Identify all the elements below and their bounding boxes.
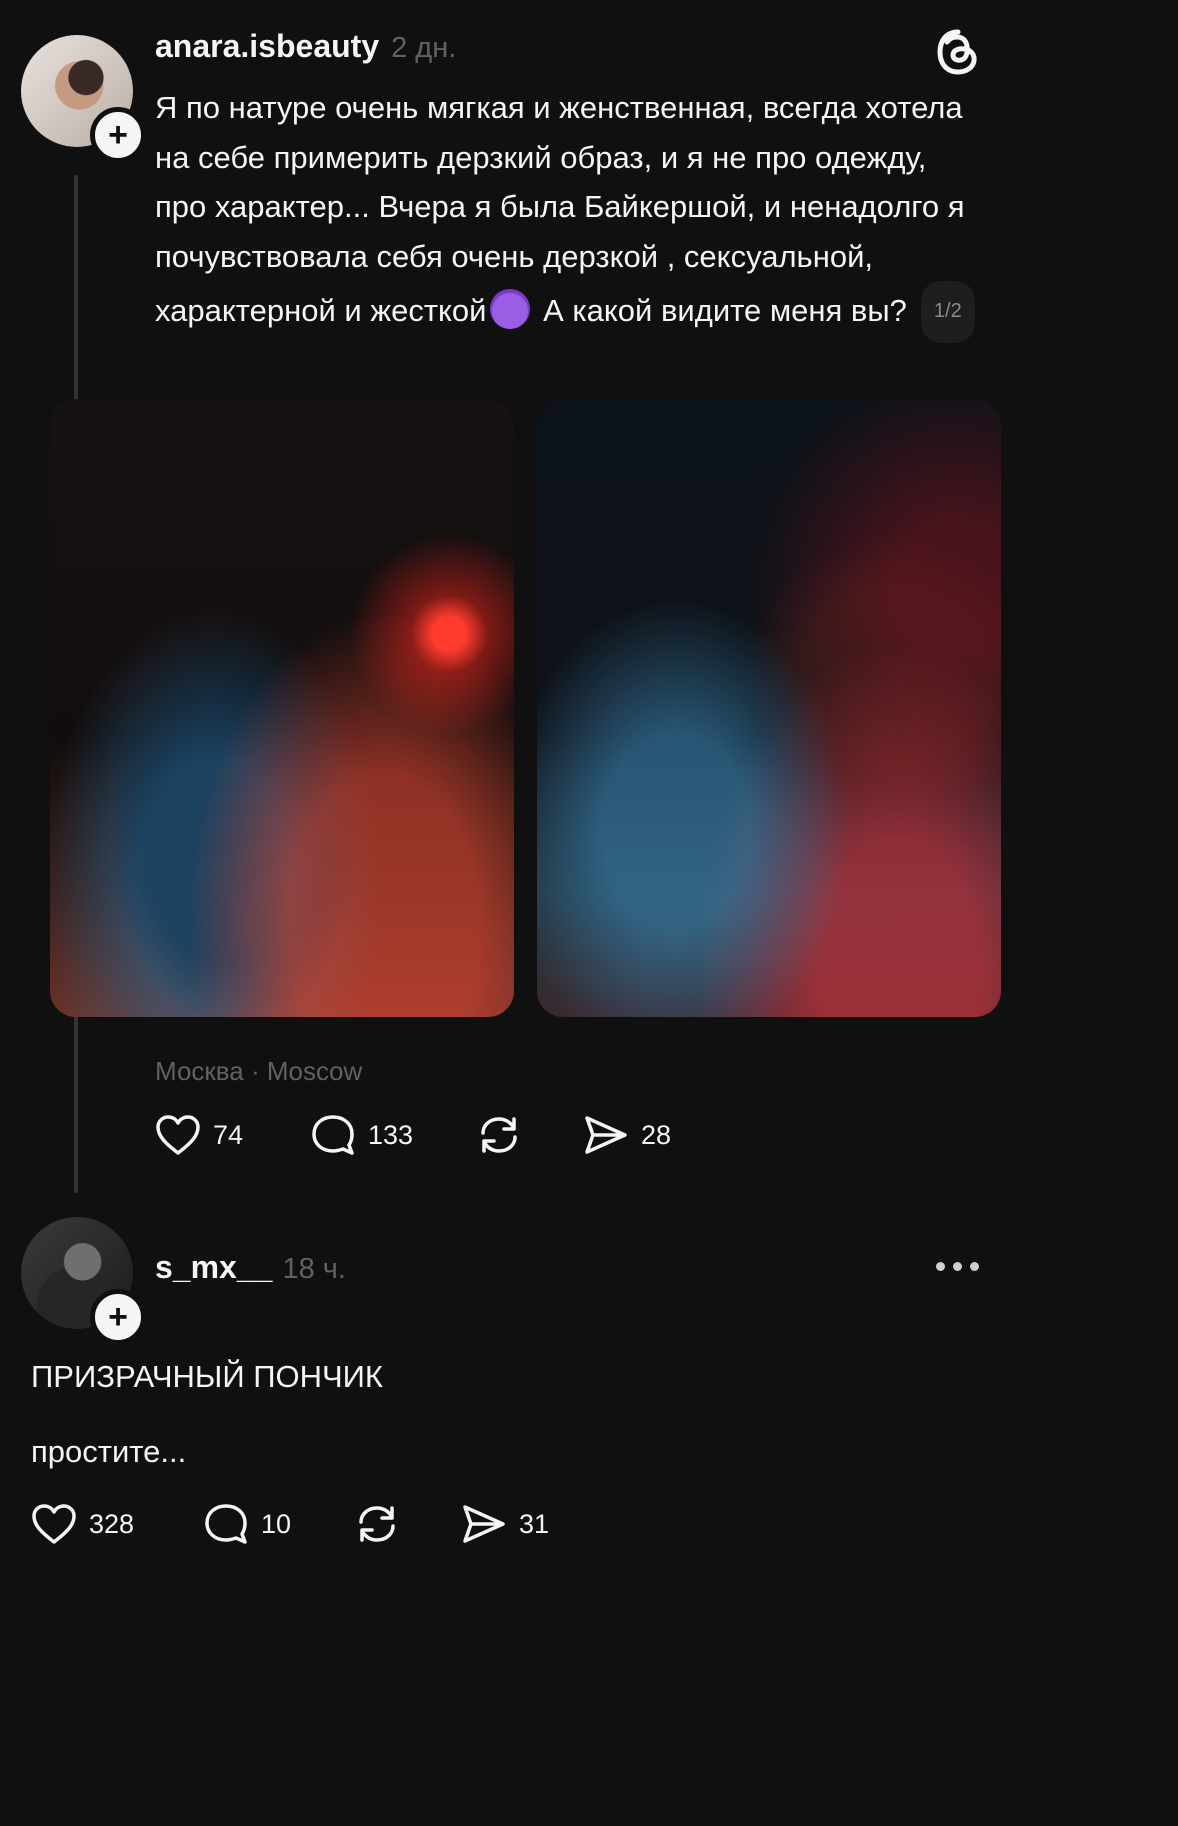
page-indicator-badge: 1/2 [920, 281, 975, 343]
comment-bubble-icon [312, 1115, 354, 1155]
post-time: 2 дн. [391, 32, 457, 64]
share-button[interactable]: 28 [583, 1113, 671, 1157]
send-icon [463, 1505, 505, 1543]
reply-comment-count: 10 [261, 1508, 292, 1539]
smiling-devil-emoji-icon [490, 289, 531, 329]
reply-like-button[interactable]: 328 [31, 1503, 203, 1545]
plus-icon: + [108, 1298, 128, 1336]
reply-comment-button[interactable]: 10 [203, 1502, 353, 1546]
heart-icon [32, 1504, 76, 1544]
heart-icon [156, 1115, 200, 1155]
reply-text-line-1: ПРИЗРАЧНЫЙ ПОНЧИК [31, 1359, 383, 1394]
like-button[interactable]: 74 [155, 1114, 310, 1156]
share-count: 28 [641, 1119, 672, 1150]
repost-icon [359, 1506, 395, 1542]
reply-share-button[interactable]: 31 [461, 1502, 549, 1546]
location-tag[interactable]: Москва · Moscow [155, 1056, 362, 1087]
repost-button[interactable] [475, 1113, 583, 1157]
threads-logo-icon[interactable] [936, 28, 980, 81]
post-photo-1[interactable] [50, 399, 514, 1017]
post-body-tail: А какой видите меня вы? [534, 293, 907, 328]
reply-time: 18 ч. [282, 1253, 346, 1285]
comment-button[interactable]: 133 [310, 1113, 475, 1157]
reply-follow-plus-button[interactable]: + [90, 1289, 146, 1345]
reply-repost-button[interactable] [353, 1502, 461, 1546]
reply-username[interactable]: s_mx__ [155, 1249, 272, 1286]
reply-text-line-2: простите... [31, 1434, 187, 1469]
send-icon [585, 1116, 627, 1154]
comment-bubble-icon [205, 1504, 247, 1544]
like-count: 74 [213, 1119, 244, 1150]
reply-actions: 328 10 31 [31, 1502, 549, 1546]
reply-share-count: 31 [519, 1508, 550, 1539]
post-text: Я по натуре очень мягкая и женственная, … [155, 83, 975, 343]
post-header: anara.isbeauty 2 дн. [155, 28, 456, 65]
post-actions: 74 133 28 [155, 1113, 671, 1157]
reply-like-count: 328 [89, 1508, 135, 1539]
author-username[interactable]: anara.isbeauty [155, 28, 379, 65]
more-dots-icon[interactable] [936, 1262, 979, 1271]
post-photo-2[interactable] [537, 399, 1001, 1017]
plus-icon: + [108, 116, 128, 154]
comment-count: 133 [368, 1119, 414, 1150]
repost-icon [481, 1117, 517, 1153]
reply-header: s_mx__ 18 ч. [155, 1249, 346, 1286]
follow-plus-button[interactable]: + [90, 107, 146, 163]
